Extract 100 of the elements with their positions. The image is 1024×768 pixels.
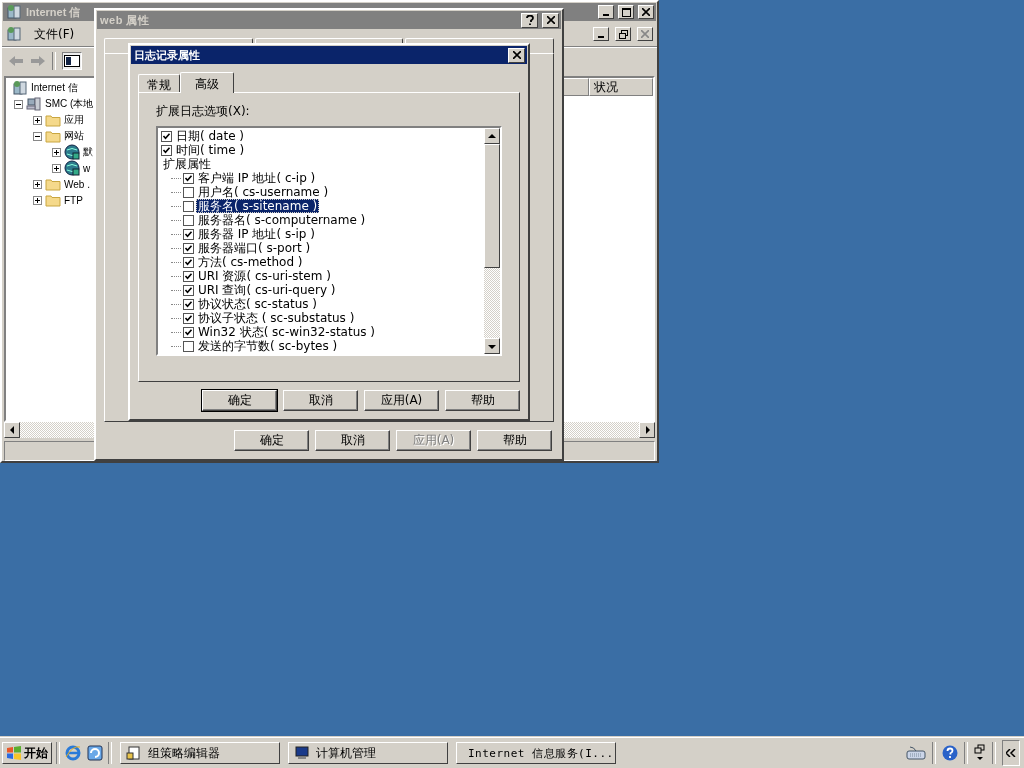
collapse-icon[interactable] xyxy=(14,99,23,109)
dialog-title: web 属性 xyxy=(100,12,150,28)
folder-icon xyxy=(45,192,61,208)
maximize-icon xyxy=(621,7,631,17)
option-label[interactable]: 协议子状态 ( sc-substatus ) xyxy=(196,311,357,325)
computer-icon xyxy=(6,26,22,42)
option-label[interactable]: 发送的字节数( sc-bytes ) xyxy=(196,339,340,353)
globe-icon xyxy=(64,160,80,176)
dialog-button[interactable]: 应用(A) xyxy=(364,390,439,411)
tree-item[interactable]: 网站 xyxy=(64,129,84,143)
checkbox[interactable] xyxy=(183,298,194,310)
option-label[interactable]: URI 资源( cs-uri-stem ) xyxy=(196,269,333,283)
keyboard-icon[interactable] xyxy=(906,746,926,760)
option-label[interactable]: 时间( time ) xyxy=(174,143,247,157)
tree-item[interactable]: 应用 xyxy=(64,113,84,127)
option-label[interactable]: 服务名( s-sitename ) xyxy=(196,199,320,213)
window-title: Internet 信 xyxy=(26,4,81,20)
restore-icon xyxy=(618,29,628,39)
refresh-icon[interactable] xyxy=(86,744,104,762)
right-arrow-icon xyxy=(644,426,650,434)
checkbox[interactable] xyxy=(183,326,194,338)
computer-icon xyxy=(6,4,22,20)
taskbar-button[interactable]: Internet 信息服务(I... xyxy=(456,742,616,764)
close-icon xyxy=(642,8,650,16)
folder-icon xyxy=(45,128,61,144)
browser-icon[interactable] xyxy=(64,744,82,762)
collapse-icon[interactable] xyxy=(33,131,42,141)
option-label[interactable]: 协议状态( sc-status ) xyxy=(196,297,320,311)
tab[interactable]: 高级 xyxy=(180,72,234,93)
tree-item[interactable]: Internet 信 xyxy=(31,81,78,95)
checkbox[interactable] xyxy=(183,172,194,184)
folder-icon xyxy=(45,176,61,192)
vertical-scrollbar[interactable] xyxy=(484,128,500,354)
globe-icon xyxy=(64,144,80,160)
checkbox[interactable] xyxy=(183,270,194,282)
dialog-button[interactable]: 取消 xyxy=(315,430,390,451)
minimize-button[interactable] xyxy=(593,27,609,41)
expand-icon[interactable] xyxy=(52,163,61,173)
menu-item[interactable]: 文件(F) xyxy=(28,25,81,43)
field-label: 扩展日志选项(X): xyxy=(156,103,251,120)
checkbox[interactable] xyxy=(183,340,194,352)
expand-icon[interactable] xyxy=(33,115,42,125)
tree-item[interactable]: 默 xyxy=(83,145,93,159)
console-tree-icon[interactable] xyxy=(62,52,82,70)
windows-logo-icon xyxy=(6,746,22,760)
checkbox[interactable] xyxy=(161,130,172,142)
option-label[interactable]: URI 查询( cs-uri-query ) xyxy=(196,283,338,297)
folder-icon xyxy=(45,112,61,128)
option-label[interactable]: Win32 状态( sc-win32-status ) xyxy=(196,325,378,339)
tab[interactable]: 常规 xyxy=(138,74,180,92)
close-button[interactable] xyxy=(637,27,653,41)
options-list[interactable] xyxy=(156,126,502,356)
document-icon xyxy=(126,745,142,761)
tree-item[interactable]: FTP xyxy=(64,194,83,206)
dialog-button[interactable]: 帮助 xyxy=(445,390,520,411)
taskbar-button[interactable]: 组策略编辑器 xyxy=(120,742,280,764)
close-icon xyxy=(641,30,649,38)
option-label[interactable]: 服务器端口( s-port ) xyxy=(196,241,313,255)
tree-item[interactable]: SMC (本地 xyxy=(45,97,94,111)
down-arrow-icon xyxy=(488,343,496,349)
checkbox[interactable] xyxy=(183,312,194,324)
close-button[interactable] xyxy=(508,47,525,63)
restore-button[interactable] xyxy=(615,27,631,41)
close-icon xyxy=(546,16,555,24)
restore-windows-icon[interactable] xyxy=(974,744,986,762)
double-chevron-icon xyxy=(1006,749,1016,757)
checkbox[interactable] xyxy=(183,228,194,240)
option-label[interactable]: 日期( date ) xyxy=(174,129,247,143)
option-label[interactable]: 客户端 IP 地址( c-ip ) xyxy=(196,171,318,185)
expand-icon[interactable] xyxy=(52,147,61,157)
question-mark-icon xyxy=(525,15,534,25)
option-label[interactable]: 方法( cs-method ) xyxy=(196,255,305,269)
dialog-title: 日志记录属性 xyxy=(134,47,200,63)
dialog-button[interactable]: 帮助 xyxy=(477,430,552,451)
expand-icon[interactable] xyxy=(33,195,42,205)
up-arrow-icon xyxy=(488,133,496,139)
checkbox[interactable] xyxy=(183,186,194,198)
checkbox[interactable] xyxy=(183,284,194,296)
option-label[interactable]: 服务器 IP 地址( s-ip ) xyxy=(196,227,317,241)
column-header[interactable]: 状况 xyxy=(589,78,653,96)
dialog-button[interactable]: 取消 xyxy=(283,390,358,411)
taskbar-button[interactable]: 计算机管理 xyxy=(288,742,448,764)
group-label[interactable]: 扩展属性 xyxy=(161,157,213,171)
expand-tray-button[interactable] xyxy=(1002,740,1020,766)
option-label[interactable]: 服务器名( s-computername ) xyxy=(196,213,368,227)
checkbox[interactable] xyxy=(161,144,172,156)
dialog-button[interactable]: 确定 xyxy=(202,390,277,411)
option-label[interactable]: 用户名( cs-username ) xyxy=(196,185,331,199)
tree-item[interactable]: w xyxy=(83,162,91,174)
computer-icon xyxy=(26,96,42,112)
expand-icon[interactable] xyxy=(33,179,42,189)
checkbox[interactable] xyxy=(183,242,194,254)
start-button[interactable]: 开始 xyxy=(2,742,52,764)
checkbox[interactable] xyxy=(183,214,194,226)
dialog-button[interactable]: 确定 xyxy=(234,430,309,451)
tree-item[interactable]: Web . xyxy=(64,178,90,190)
computer-icon xyxy=(12,80,28,96)
help-icon[interactable] xyxy=(942,745,958,761)
checkbox[interactable] xyxy=(183,256,194,268)
checkbox[interactable] xyxy=(183,200,194,212)
